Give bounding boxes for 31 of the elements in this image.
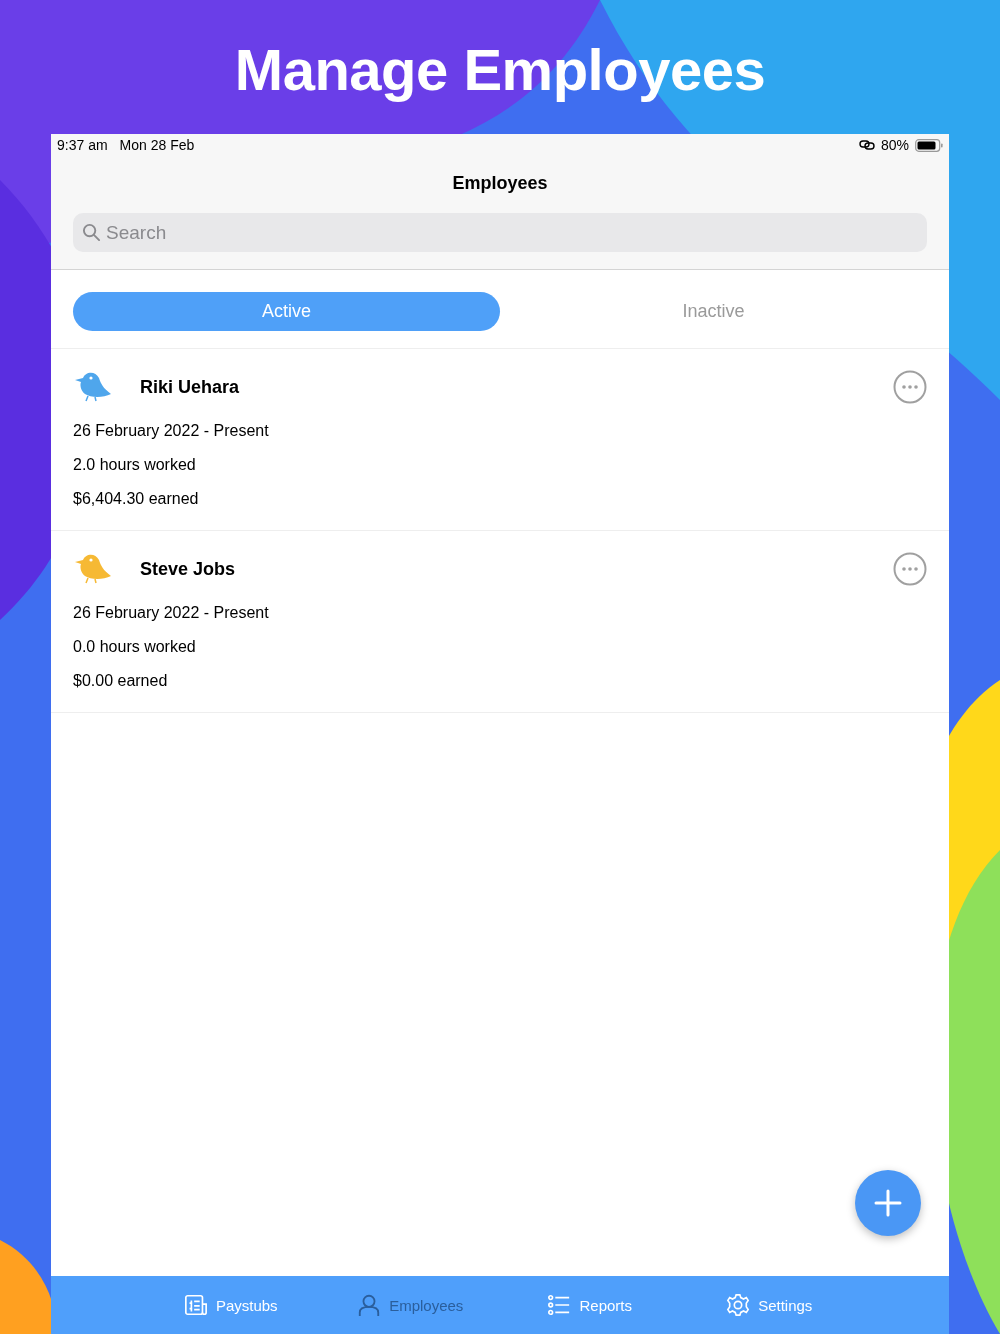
- search-field[interactable]: Search: [73, 213, 927, 252]
- settings-icon: [726, 1293, 751, 1317]
- headline: Manage Employees: [234, 36, 766, 104]
- tab-bar-item[interactable]: Settings: [679, 1276, 859, 1334]
- segment-tab[interactable]: Inactive: [500, 292, 927, 331]
- battery-icon: [915, 138, 943, 152]
- hours-worked: 0.0 hours worked: [73, 637, 197, 656]
- status-date: Mon 28 Feb: [119, 137, 195, 153]
- employment-period: 26 February 2022 - Present: [73, 421, 270, 440]
- employment-period: 26 February 2022 - Present: [73, 603, 270, 622]
- hours-worked: 2.0 hours worked: [73, 455, 197, 474]
- battery-percent: 80%: [880, 137, 909, 153]
- plus-icon: [873, 1188, 903, 1218]
- amount-earned: $6,404.30 earned: [73, 489, 200, 508]
- segment-tab[interactable]: Active: [73, 292, 500, 331]
- add-button[interactable]: [855, 1170, 921, 1236]
- tab-bar-item[interactable]: Reports: [500, 1276, 680, 1334]
- more-button[interactable]: [893, 370, 927, 404]
- link-icon: [858, 140, 875, 150]
- employee-name: Steve Jobs: [140, 558, 236, 580]
- person-icon: [357, 1293, 382, 1317]
- list-icon: [547, 1293, 572, 1317]
- tab-bar-item[interactable]: Employees: [320, 1276, 500, 1334]
- receipt-icon: [183, 1293, 208, 1317]
- more-button[interactable]: [893, 552, 927, 586]
- employee-name: Riki Uehara: [140, 376, 240, 398]
- tab-bar-item[interactable]: Paystubs: [141, 1276, 321, 1334]
- nav-title: Employees: [51, 156, 949, 196]
- search-icon: [82, 223, 101, 242]
- amount-earned: $0.00 earned: [73, 671, 169, 690]
- status-time: 9:37 am: [57, 137, 108, 153]
